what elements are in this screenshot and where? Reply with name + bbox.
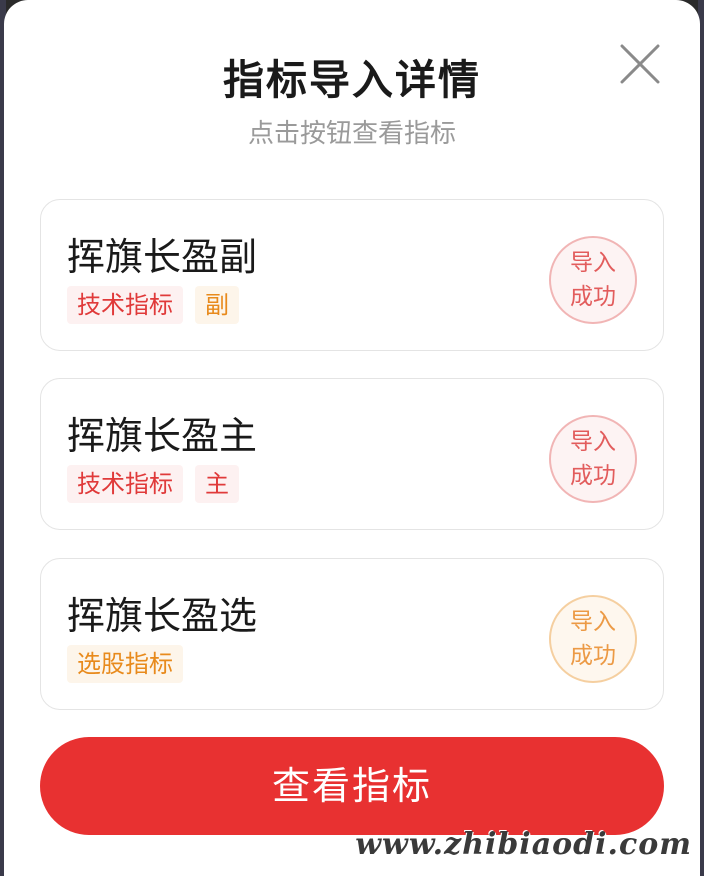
indicator-card[interactable]: 挥旗长盈选 选股指标 导入 成功 [40,558,664,710]
dialog-title: 指标导入详情 [223,56,481,104]
stamp-line: 导入 [570,250,616,276]
indicator-name: 挥旗长盈选 [67,594,258,638]
close-button[interactable] [618,42,662,86]
stamp-line: 导入 [570,429,616,455]
indicator-name: 挥旗长盈副 [67,235,258,279]
stamp-line: 成功 [570,463,616,489]
stamp-line: 导入 [570,609,616,635]
import-success-stamp: 导入 成功 [549,595,637,683]
tag-badge: 选股指标 [67,645,183,683]
import-success-stamp: 导入 成功 [549,236,637,324]
import-details-dialog: 指标导入详情 点击按钮查看指标 挥旗长盈副 技术指标 副 导入 成功 挥旗长盈主… [4,0,700,876]
tag-badge: 技术指标 [67,286,183,324]
close-icon [620,44,660,84]
tag-badge: 副 [195,286,239,324]
indicator-card[interactable]: 挥旗长盈副 技术指标 副 导入 成功 [40,199,664,351]
tag-list: 技术指标 副 [67,286,239,324]
tag-list: 选股指标 [67,645,183,683]
watermark: www.zhibiaodi.com [355,827,692,862]
tag-badge: 技术指标 [67,465,183,503]
view-indicators-button[interactable]: 查看指标 [40,737,664,835]
stamp-line: 成功 [570,643,616,669]
indicator-card[interactable]: 挥旗长盈主 技术指标 主 导入 成功 [40,378,664,530]
tag-list: 技术指标 主 [67,465,239,503]
dialog-subtitle: 点击按钮查看指标 [247,119,456,149]
tag-badge: 主 [195,465,239,503]
import-success-stamp: 导入 成功 [549,415,637,503]
indicator-name: 挥旗长盈主 [67,414,258,458]
stamp-line: 成功 [570,284,616,310]
